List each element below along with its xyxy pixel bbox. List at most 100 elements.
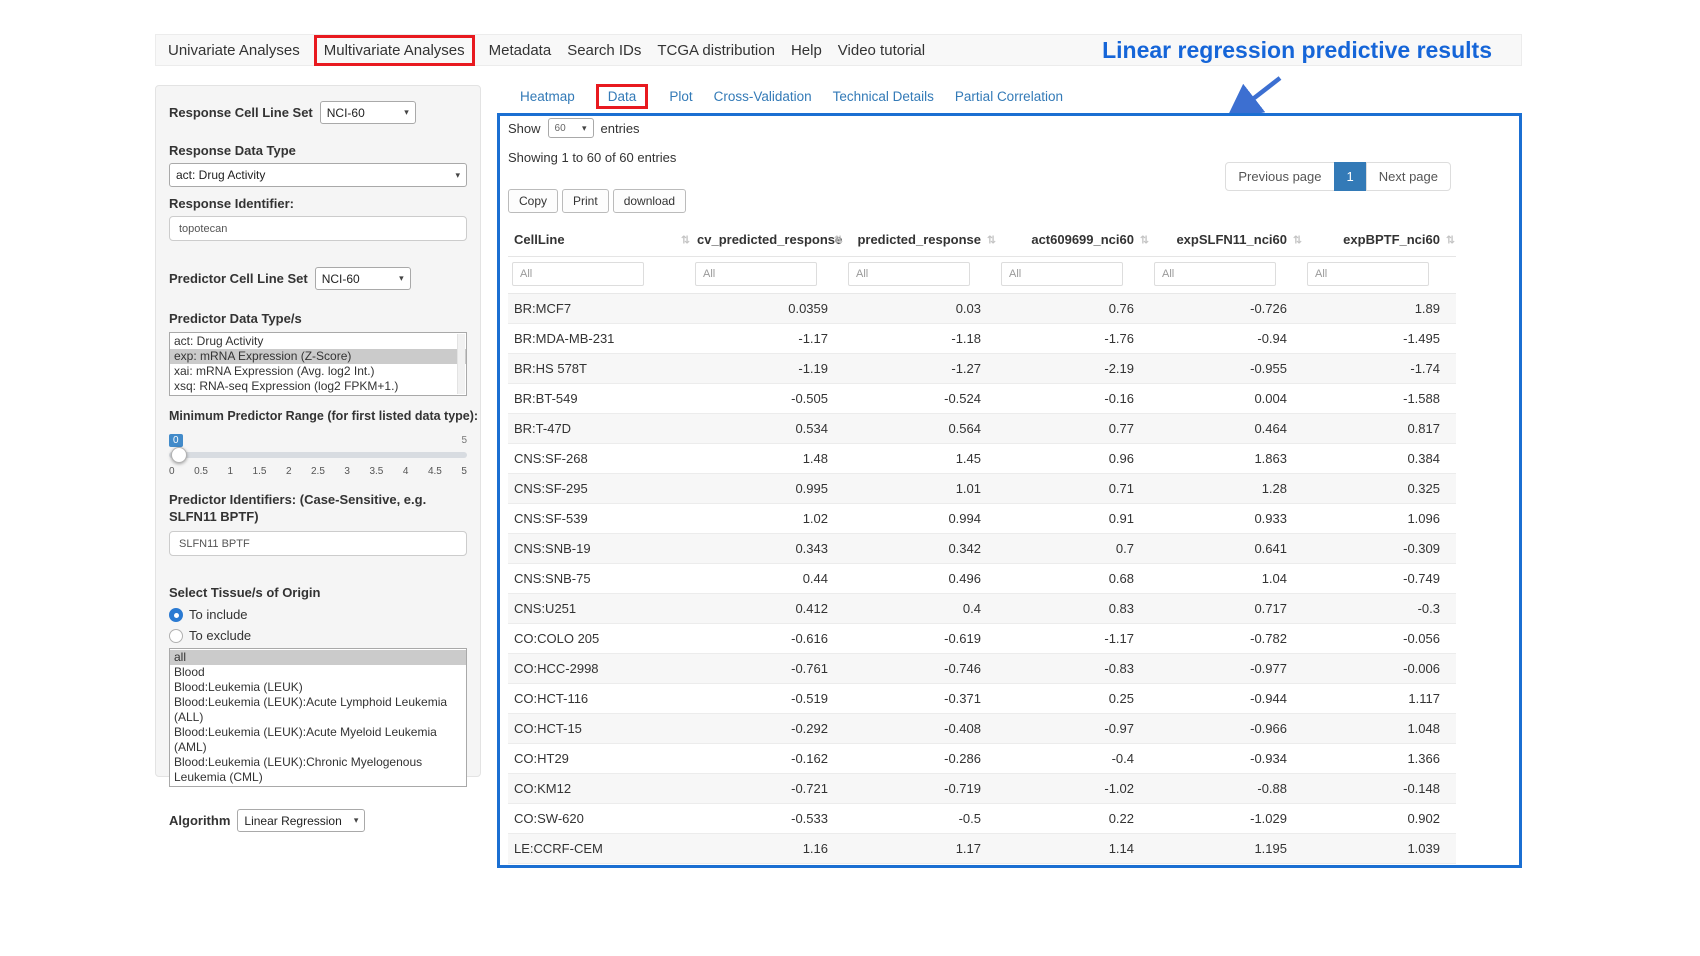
option-blood-leukemia-leuk-chronic-myelogenous-leukemia-cml[interactable]: Blood:Leukemia (LEUK):Chronic Myelogenou…: [170, 755, 466, 785]
cell-value: 0.68: [997, 864, 1150, 869]
table-row[interactable]: BR:BT-549-0.505-0.524-0.160.004-1.588: [508, 384, 1456, 414]
table-row[interactable]: CNS:SF-5391.020.9940.910.9331.096: [508, 504, 1456, 534]
algorithm-select[interactable]: Linear Regression ▾: [237, 809, 365, 832]
option-exp-mrna-expression-z-score[interactable]: exp: mRNA Expression (Z-Score): [170, 349, 466, 364]
nav-item-metadata[interactable]: Metadata: [489, 42, 552, 59]
cell-cellline: CNS:SNB-19: [508, 534, 691, 564]
table-row[interactable]: BR:MCF70.03590.030.76-0.7261.89: [508, 294, 1456, 324]
cell-value: 0.384: [1303, 444, 1456, 474]
nav-item-tcga-distribution[interactable]: TCGA distribution: [657, 42, 775, 59]
table-row[interactable]: CNS:SNB-750.440.4960.681.04-0.749: [508, 564, 1456, 594]
min-predictor-range-slider[interactable]: 0 5 00.511.522.533.544.55: [169, 433, 467, 477]
tissue-list[interactable]: allBloodBlood:Leukemia (LEUK)Blood:Leuke…: [169, 648, 467, 787]
filter-input-expslfn11-nci60[interactable]: [1154, 262, 1276, 286]
nav-item-multivariate-analyses[interactable]: Multivariate Analyses: [314, 35, 475, 66]
response-cell-line-set-row: Response Cell Line Set NCI-60 ▾: [169, 101, 467, 124]
slider-ticks: 00.511.522.533.544.55: [169, 466, 467, 477]
download-button[interactable]: download: [613, 189, 686, 213]
predictor-data-type-list[interactable]: act: Drug Activityexp: mRNA Expression (…: [169, 332, 467, 396]
cell-value: -1.19: [691, 354, 844, 384]
cell-cellline: CNS:U251: [508, 594, 691, 624]
tab-technical-details[interactable]: Technical Details: [833, 89, 934, 104]
show-entries-select[interactable]: 60 ▾: [548, 118, 594, 138]
cell-value: -0.533: [691, 804, 844, 834]
radio-to-exclude[interactable]: To exclude: [169, 628, 467, 643]
nav-item-video-tutorial[interactable]: Video tutorial: [838, 42, 925, 59]
next-page-button[interactable]: Next page: [1366, 162, 1451, 191]
slider-tick: 5: [461, 466, 467, 477]
response-data-type-value: act: Drug Activity: [176, 168, 265, 182]
cell-cellline: CO:KM12: [508, 774, 691, 804]
nav-item-help[interactable]: Help: [791, 42, 822, 59]
cell-value: -0.519: [691, 684, 844, 714]
option-blood[interactable]: Blood: [170, 665, 466, 680]
predictor-cell-line-set-select[interactable]: NCI-60 ▾: [315, 267, 411, 290]
option-blood-leukemia-leuk[interactable]: Blood:Leukemia (LEUK): [170, 680, 466, 695]
cell-value: 1.89: [1303, 294, 1456, 324]
option-xsq-rna-seq-expression-log2-fpkm-1[interactable]: xsq: RNA-seq Expression (log2 FPKM+1.): [170, 379, 466, 394]
table-row[interactable]: LE:HL-60(TB)0.9510.9340.681.3070.031: [508, 864, 1456, 869]
slider-track[interactable]: [169, 452, 467, 458]
option-act-drug-activity[interactable]: act: Drug Activity: [170, 334, 466, 349]
filter-input-expbptf-nci60[interactable]: [1307, 262, 1429, 286]
table-row[interactable]: CNS:SNB-190.3430.3420.70.641-0.309: [508, 534, 1456, 564]
table-row[interactable]: CO:HCC-2998-0.761-0.746-0.83-0.977-0.006: [508, 654, 1456, 684]
column-header-expslfn11-nci60[interactable]: expSLFN11_nci60⇅: [1150, 223, 1303, 257]
tab-plot[interactable]: Plot: [669, 89, 692, 104]
cell-value: 1.366: [1303, 744, 1456, 774]
column-header-cv-predicted-response[interactable]: cv_predicted_response⇅: [691, 223, 844, 257]
table-row[interactable]: BR:HS 578T-1.19-1.27-2.19-0.955-1.74: [508, 354, 1456, 384]
tab-heatmap[interactable]: Heatmap: [520, 89, 575, 104]
column-header-cellline[interactable]: CellLine ⇅: [508, 223, 691, 257]
radio-icon: [169, 608, 183, 622]
option-blood-leukemia-leuk-acute-lymphoid-leukemia-all[interactable]: Blood:Leukemia (LEUK):Acute Lymphoid Leu…: [170, 695, 466, 725]
filter-cell: [1303, 257, 1456, 294]
cell-value: 1.45: [844, 444, 997, 474]
response-identifier-label: Response Identifier:: [169, 195, 467, 212]
copy-button[interactable]: Copy: [508, 189, 558, 213]
column-header-label: CellLine: [514, 232, 565, 247]
response-data-type-select[interactable]: act: Drug Activity ▾: [169, 163, 467, 187]
table-row[interactable]: CO:HCT-116-0.519-0.3710.25-0.9441.117: [508, 684, 1456, 714]
nav-item-univariate-analyses[interactable]: Univariate Analyses: [168, 42, 300, 59]
column-header-act609699-nci60[interactable]: act609699_nci60⇅: [997, 223, 1150, 257]
filter-input-cellline[interactable]: [512, 262, 644, 286]
table-row[interactable]: CO:SW-620-0.533-0.50.22-1.0290.902: [508, 804, 1456, 834]
column-header-predicted-response[interactable]: predicted_response⇅: [844, 223, 997, 257]
option-blood-leukemia-leuk-acute-myeloid-leukemia-aml[interactable]: Blood:Leukemia (LEUK):Acute Myeloid Leuk…: [170, 725, 466, 755]
pagination: Previous page 1 Next page: [1225, 162, 1451, 191]
option-all[interactable]: all: [170, 650, 466, 665]
cell-value: -1.27: [844, 354, 997, 384]
table-row[interactable]: BR:MDA-MB-231-1.17-1.18-1.76-0.94-1.495: [508, 324, 1456, 354]
column-header-expbptf-nci60[interactable]: expBPTF_nci60⇅: [1303, 223, 1456, 257]
table-row[interactable]: LE:CCRF-CEM1.161.171.141.1951.039: [508, 834, 1456, 864]
predictor-identifiers-input[interactable]: SLFN11 BPTF: [169, 531, 467, 556]
sort-icon: ⇅: [681, 233, 690, 246]
filter-input-predicted-response[interactable]: [848, 262, 970, 286]
option-xai-mrna-expression-avg-log2-int[interactable]: xai: mRNA Expression (Avg. log2 Int.): [170, 364, 466, 379]
print-button[interactable]: Print: [562, 189, 609, 213]
cell-value: -1.588: [1303, 384, 1456, 414]
slider-handle[interactable]: [171, 447, 187, 463]
tab-cross-validation[interactable]: Cross-Validation: [714, 89, 812, 104]
tab-data[interactable]: Data: [596, 84, 649, 109]
radio-to-include[interactable]: To include: [169, 607, 467, 622]
filter-input-act609699-nci60[interactable]: [1001, 262, 1123, 286]
table-row[interactable]: CO:HCT-15-0.292-0.408-0.97-0.9661.048: [508, 714, 1456, 744]
filter-input-cv-predicted-response[interactable]: [695, 262, 817, 286]
response-identifier-input[interactable]: topotecan: [169, 216, 467, 241]
table-row[interactable]: CO:COLO 205-0.616-0.619-1.17-0.782-0.056: [508, 624, 1456, 654]
tab-partial-correlation[interactable]: Partial Correlation: [955, 89, 1063, 104]
table-row[interactable]: CNS:SF-2681.481.450.961.8630.384: [508, 444, 1456, 474]
nav-item-search-ids[interactable]: Search IDs: [567, 42, 641, 59]
previous-page-button[interactable]: Previous page: [1225, 162, 1334, 191]
table-row[interactable]: CNS:SF-2950.9951.010.711.280.325: [508, 474, 1456, 504]
response-cell-line-set-select[interactable]: NCI-60 ▾: [320, 101, 416, 124]
radio-icon: [169, 629, 183, 643]
table-row[interactable]: BR:T-47D0.5340.5640.770.4640.817: [508, 414, 1456, 444]
table-row[interactable]: CO:HT29-0.162-0.286-0.4-0.9341.366: [508, 744, 1456, 774]
cell-value: -0.619: [844, 624, 997, 654]
table-row[interactable]: CO:KM12-0.721-0.719-1.02-0.88-0.148: [508, 774, 1456, 804]
table-row[interactable]: CNS:U2510.4120.40.830.717-0.3: [508, 594, 1456, 624]
current-page-button[interactable]: 1: [1334, 162, 1367, 191]
